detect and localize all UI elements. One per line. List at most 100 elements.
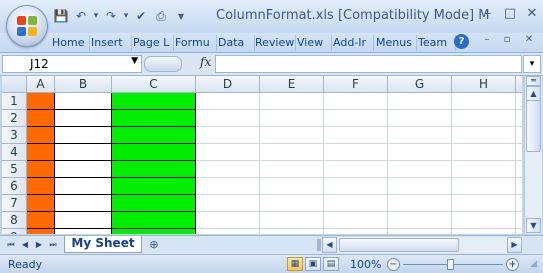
cell-a4[interactable] [27, 144, 55, 161]
cell-b7[interactable] [55, 195, 112, 212]
cell-e8[interactable] [260, 212, 324, 229]
cell-c8[interactable] [112, 212, 196, 229]
cell-c7[interactable] [112, 195, 196, 212]
cell-h8[interactable] [452, 212, 516, 229]
page-layout-view-icon[interactable]: ▣ [305, 257, 321, 271]
worksheet-grid[interactable]: A B C D E F G H 1 2 3 4 5 6 7 8 9 [2, 76, 522, 234]
cell-c3[interactable] [112, 127, 196, 144]
column-header-g[interactable]: G [388, 76, 452, 93]
row-header-7[interactable]: 7 [2, 195, 27, 212]
expand-formula-bar-icon[interactable]: ▾ [523, 55, 541, 73]
column-header-a[interactable]: A [27, 76, 55, 93]
cell-a7[interactable] [27, 195, 55, 212]
maximize-button[interactable]: □ [500, 6, 520, 24]
cell-i7[interactable] [516, 195, 522, 212]
tab-home[interactable]: Home [48, 35, 90, 51]
cell-h3[interactable] [452, 127, 516, 144]
cell-g2[interactable] [388, 110, 452, 127]
tab-review[interactable]: Review [251, 35, 296, 51]
zoom-slider-thumb[interactable] [447, 259, 454, 270]
vertical-scroll-thumb[interactable] [526, 100, 541, 152]
cell-h1[interactable] [452, 93, 516, 110]
undo-dropdown-icon[interactable]: ▾ [92, 11, 100, 21]
cell-g9[interactable] [388, 229, 452, 234]
zoom-level[interactable]: 100% [350, 258, 381, 271]
zoom-out-button[interactable]: − [387, 258, 400, 271]
workbook-minimize-button[interactable]: – [480, 34, 494, 49]
previous-sheet-icon[interactable]: ◀ [20, 238, 30, 252]
cell-b2[interactable] [55, 110, 112, 127]
cell-e1[interactable] [260, 93, 324, 110]
customize-toolbar-icon[interactable]: ▾ [172, 7, 190, 25]
close-button[interactable]: ✕ [522, 6, 542, 24]
cell-i3[interactable] [516, 127, 522, 144]
cell-b9[interactable] [55, 229, 112, 234]
cell-i2[interactable] [516, 110, 522, 127]
cell-f4[interactable] [324, 144, 388, 161]
redo-dropdown-icon[interactable]: ▾ [122, 11, 130, 21]
cell-c2[interactable] [112, 110, 196, 127]
column-header-d[interactable]: D [196, 76, 260, 93]
insert-worksheet-icon[interactable]: ⊕ [144, 238, 164, 252]
cell-d9[interactable] [196, 229, 260, 234]
tab-add-ins[interactable]: Add-Ir [329, 35, 374, 51]
help-icon[interactable]: ? [454, 34, 469, 49]
cell-d6[interactable] [196, 178, 260, 195]
tab-formulas[interactable]: Formu [171, 35, 217, 51]
cell-b6[interactable] [55, 178, 112, 195]
column-header-b[interactable]: B [55, 76, 112, 93]
cell-i6[interactable] [516, 178, 522, 195]
workbook-close-button[interactable]: ✕ [522, 34, 536, 49]
row-header-3[interactable]: 3 [2, 127, 27, 144]
tab-menus[interactable]: Menus [372, 35, 417, 51]
cell-d5[interactable] [196, 161, 260, 178]
cell-c1[interactable] [112, 93, 196, 110]
cell-d3[interactable] [196, 127, 260, 144]
tab-split-handle[interactable] [317, 239, 321, 251]
name-box-dropdown-icon[interactable]: ▼ [131, 56, 138, 66]
cell-h6[interactable] [452, 178, 516, 195]
tab-page-layout[interactable]: Page L [129, 35, 174, 51]
office-button[interactable] [6, 5, 48, 47]
column-header-h[interactable]: H [452, 76, 516, 93]
cell-i1[interactable] [516, 93, 522, 110]
cell-h2[interactable] [452, 110, 516, 127]
cell-e7[interactable] [260, 195, 324, 212]
cell-d1[interactable] [196, 93, 260, 110]
cell-a8[interactable] [27, 212, 55, 229]
cell-f1[interactable] [324, 93, 388, 110]
cell-f3[interactable] [324, 127, 388, 144]
cell-g4[interactable] [388, 144, 452, 161]
minimize-button[interactable]: – [478, 6, 498, 24]
cell-c5[interactable] [112, 161, 196, 178]
cell-e9[interactable] [260, 229, 324, 234]
undo-icon[interactable]: ↶ [72, 7, 90, 25]
print-icon[interactable]: ⎙ [152, 7, 170, 25]
horizontal-scrollbar[interactable]: ◀ ▶ [322, 237, 522, 253]
cell-a3[interactable] [27, 127, 55, 144]
horizontal-scroll-thumb[interactable] [339, 238, 459, 252]
cell-h5[interactable] [452, 161, 516, 178]
cell-b8[interactable] [55, 212, 112, 229]
cell-a6[interactable] [27, 178, 55, 195]
sheet-tab-my-sheet[interactable]: My Sheet [64, 236, 142, 253]
page-break-view-icon[interactable]: ▤ [323, 257, 339, 271]
row-header-2[interactable]: 2 [2, 110, 27, 127]
row-header-1[interactable]: 1 [2, 93, 27, 110]
cell-g7[interactable] [388, 195, 452, 212]
cell-i8[interactable] [516, 212, 522, 229]
cell-a1[interactable] [27, 93, 55, 110]
last-sheet-icon[interactable]: ⏭ [48, 238, 58, 252]
tab-view[interactable]: View [293, 35, 332, 51]
cell-c6[interactable] [112, 178, 196, 195]
normal-view-icon[interactable]: ▦ [287, 257, 303, 271]
cell-i5[interactable] [516, 161, 522, 178]
row-header-6[interactable]: 6 [2, 178, 27, 195]
cell-i9[interactable] [516, 229, 522, 234]
scroll-up-button[interactable]: ▲ [526, 86, 541, 101]
cell-g5[interactable] [388, 161, 452, 178]
cell-f5[interactable] [324, 161, 388, 178]
first-sheet-icon[interactable]: ⏮ [6, 238, 16, 252]
cell-b1[interactable] [55, 93, 112, 110]
cell-h9[interactable] [452, 229, 516, 234]
